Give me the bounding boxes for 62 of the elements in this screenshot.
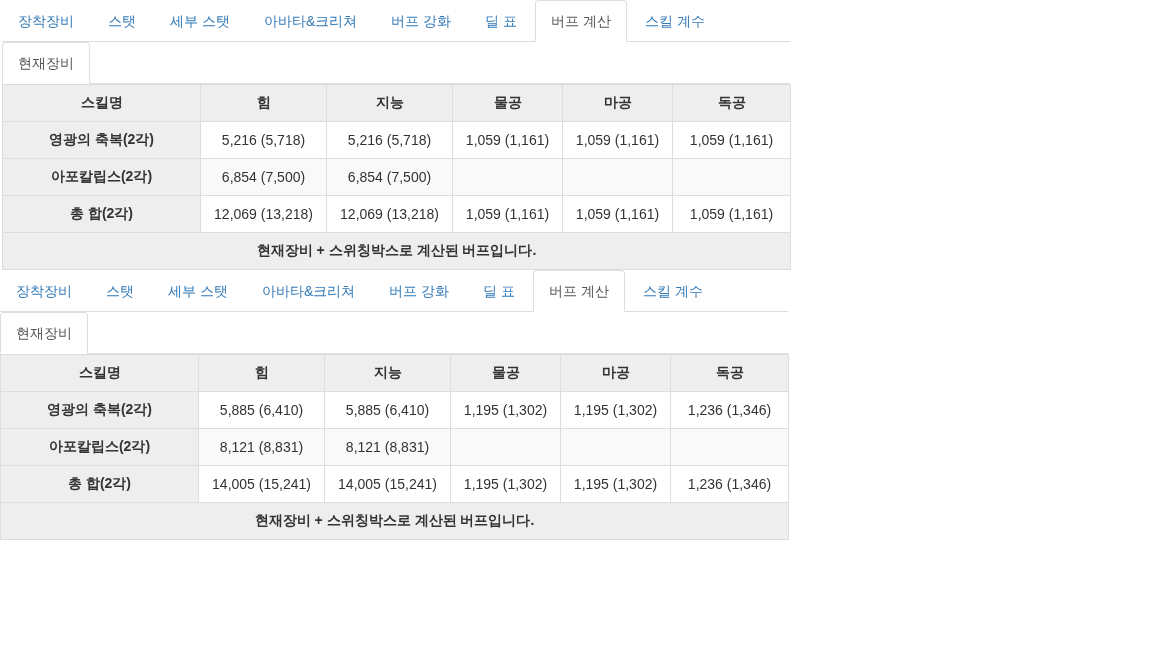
nav-tab[interactable]: 버프 계산 <box>533 270 625 312</box>
row-header: 영광의 축복(2각) <box>0 391 199 429</box>
column-header: 지능 <box>324 354 451 392</box>
nav-tab[interactable]: 스킬 계수 <box>628 0 721 42</box>
table-cell: 8,121 (8,831) <box>324 428 451 466</box>
nav-tab[interactable]: 버프 강화 <box>375 0 468 42</box>
nav-tab[interactable]: 스탯 <box>90 270 150 312</box>
nav-tab[interactable]: 아바타&크리쳐 <box>245 270 372 312</box>
table-cell: 8,121 (8,831) <box>198 428 325 466</box>
column-header: 독공 <box>670 354 789 392</box>
table-cell: 14,005 (15,241) <box>198 465 325 503</box>
column-header: 물공 <box>450 354 561 392</box>
nav-tab[interactable]: 세부 스탯 <box>154 0 246 42</box>
column-header: 마공 <box>560 354 671 392</box>
table-cell: 5,216 (5,718) <box>326 121 453 159</box>
table-cell: 1,059 (1,161) <box>452 195 563 233</box>
nav-tab[interactable]: 아바타&크리쳐 <box>247 0 374 42</box>
table-footer-note: 현재장비 + 스위칭박스로 계산된 버프입니다. <box>0 502 789 540</box>
nav-tab[interactable]: 장착장비 <box>2 0 90 42</box>
table-cell: 1,195 (1,302) <box>450 391 561 429</box>
nav-tab[interactable]: 버프 강화 <box>373 270 466 312</box>
table-cell: 5,885 (6,410) <box>324 391 451 429</box>
nav-tab[interactable]: 딜 표 <box>467 270 531 312</box>
column-header: 물공 <box>452 84 563 122</box>
table-cell: 12,069 (13,218) <box>200 195 327 233</box>
column-header: 마공 <box>562 84 673 122</box>
row-header: 아포칼립스(2각) <box>0 428 199 466</box>
table-cell: 6,854 (7,500) <box>200 158 327 196</box>
row-header: 총 합(2각) <box>2 195 201 233</box>
table-cell: 5,885 (6,410) <box>198 391 325 429</box>
table-cell: 1,195 (1,302) <box>450 465 561 503</box>
table-cell: 1,059 (1,161) <box>452 121 563 159</box>
table-cell: 1,059 (1,161) <box>562 195 673 233</box>
row-header: 영광의 축복(2각) <box>2 121 201 159</box>
table-cell: 6,854 (7,500) <box>326 158 453 196</box>
nav-tab[interactable]: 버프 계산 <box>535 0 627 42</box>
row-header: 아포칼립스(2각) <box>2 158 201 196</box>
table-cell: 1,195 (1,302) <box>560 465 671 503</box>
column-header: 힘 <box>198 354 325 392</box>
table-footer-note: 현재장비 + 스위칭박스로 계산된 버프입니다. <box>2 232 791 270</box>
table-cell: 1,059 (1,161) <box>672 195 791 233</box>
nav-tab[interactable]: 현재장비 <box>2 42 90 84</box>
row-header: 총 합(2각) <box>0 465 199 503</box>
table-cell: 5,216 (5,718) <box>200 121 327 159</box>
table-cell: 14,005 (15,241) <box>324 465 451 503</box>
column-header: 독공 <box>672 84 791 122</box>
table-cell: 1,236 (1,346) <box>670 391 789 429</box>
table-cell: 1,195 (1,302) <box>560 391 671 429</box>
nav-tab[interactable]: 현재장비 <box>0 312 88 354</box>
table-cell: 1,236 (1,346) <box>670 465 789 503</box>
nav-tab[interactable]: 딜 표 <box>469 0 533 42</box>
column-header: 스킬명 <box>2 84 201 122</box>
column-header: 지능 <box>326 84 453 122</box>
nav-tab[interactable]: 세부 스탯 <box>152 270 244 312</box>
table-cell: 1,059 (1,161) <box>562 121 673 159</box>
column-header: 스킬명 <box>0 354 199 392</box>
nav-tab[interactable]: 스킬 계수 <box>626 270 719 312</box>
table-cell: 12,069 (13,218) <box>326 195 453 233</box>
nav-tab[interactable]: 스탯 <box>92 0 152 42</box>
nav-tab[interactable]: 장착장비 <box>0 270 88 312</box>
column-header: 힘 <box>200 84 327 122</box>
table-cell: 1,059 (1,161) <box>672 121 791 159</box>
